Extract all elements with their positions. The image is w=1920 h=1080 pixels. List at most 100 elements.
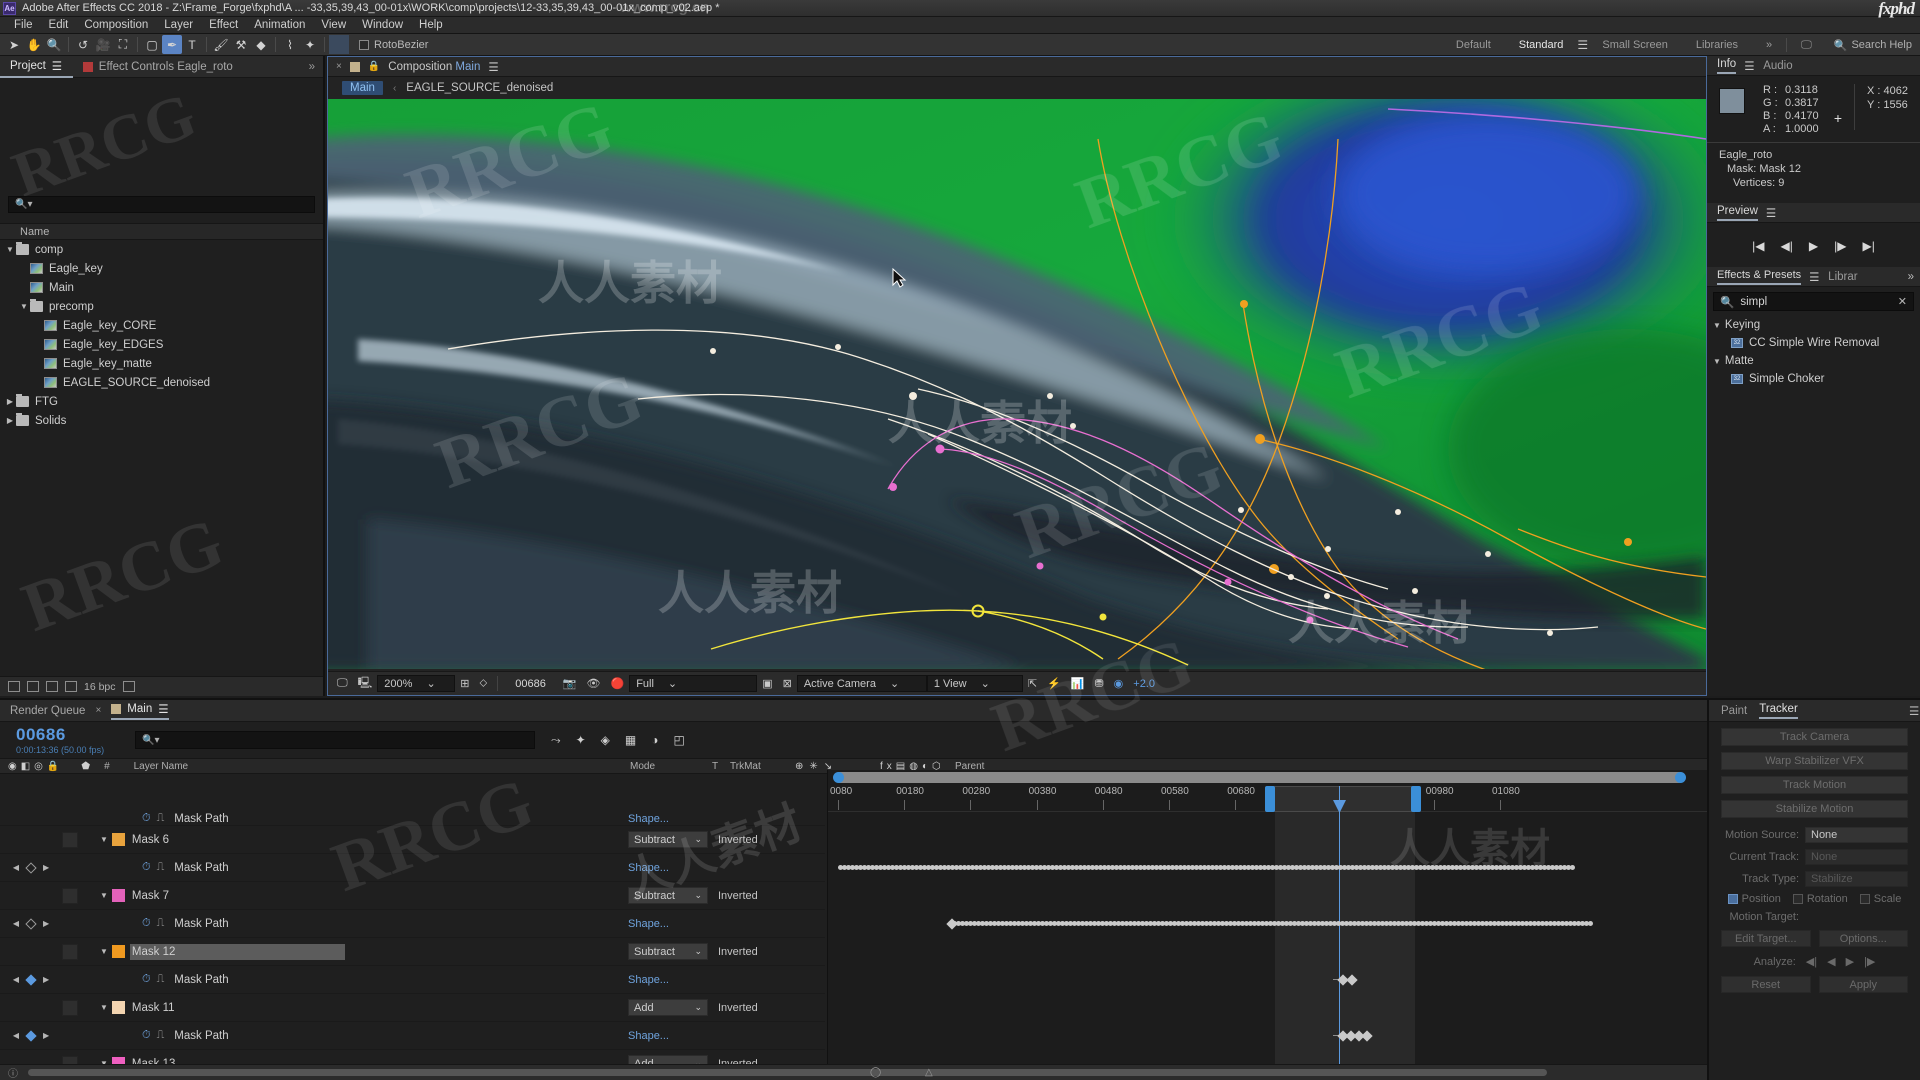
resolution-select[interactable]: Full ⌄ — [629, 675, 758, 692]
clone-stamp-tool-icon[interactable]: ⚒ — [231, 35, 251, 54]
project-tabs-overflow-icon[interactable]: » — [309, 61, 323, 73]
column-trkmat[interactable]: TrkMat — [730, 761, 761, 772]
work-area-end-handle[interactable] — [1411, 786, 1421, 812]
menu-file[interactable]: File — [6, 19, 41, 31]
tab-project[interactable]: Project ☰ — [0, 56, 73, 78]
mask-mode-select[interactable]: Subtract ⌄ — [628, 887, 708, 904]
first-frame-icon[interactable]: |◀ — [1752, 239, 1764, 253]
info-status-icon[interactable]: ⓘ — [8, 1065, 18, 1080]
apply-button[interactable]: Apply — [1818, 976, 1908, 993]
options-button[interactable]: Options... — [1818, 930, 1908, 947]
keyframe-toggle-icon[interactable] — [25, 1029, 37, 1042]
zoom-level-select[interactable]: 200% ⌄ — [377, 675, 456, 692]
exposure-value[interactable]: +2.0 — [1128, 672, 1160, 696]
type-tool-icon[interactable]: T — [182, 35, 202, 54]
stopwatch-icon[interactable]: ⏱ — [142, 812, 151, 825]
mask-color-swatch-icon[interactable] — [111, 833, 125, 846]
mask-color-swatch-icon[interactable] — [111, 889, 125, 902]
position-checkbox[interactable]: Position — [1727, 893, 1781, 905]
project-item[interactable]: ▼ comp — [0, 240, 323, 259]
hide-shy-layers-icon[interactable]: ◈ — [601, 733, 610, 747]
twirl-icon[interactable]: ▼ — [100, 835, 108, 844]
scroll-marker-right-icon[interactable]: △ — [925, 1067, 933, 1078]
project-search-input[interactable]: 🔍▾ — [8, 196, 315, 213]
keyframe-marker[interactable] — [1588, 921, 1593, 926]
comp-flowchart-icon[interactable]: ⛃ — [1089, 672, 1108, 696]
horizontal-scrollbar[interactable] — [28, 1069, 1547, 1076]
mask-shape-link[interactable]: Shape... — [628, 918, 669, 930]
layer-switch-box[interactable] — [62, 999, 78, 1016]
sync-settings-icon[interactable]: 🖵 — [1787, 34, 1826, 56]
next-keyframe-icon[interactable]: ▶ — [43, 919, 49, 928]
project-item[interactable]: EAGLE_SOURCE_denoised — [0, 373, 323, 392]
effect-item[interactable]: 32 CC Simple Wire Removal — [1707, 334, 1920, 352]
mask-shape-link[interactable]: Shape... — [628, 974, 669, 986]
work-area-start-handle[interactable] — [1265, 786, 1275, 812]
effect-item[interactable]: 32 Simple Choker — [1707, 370, 1920, 388]
track-camera-button[interactable]: Track Camera — [1721, 728, 1908, 746]
region-interest-icon-2[interactable]: ▣ — [757, 672, 777, 696]
twirl-icon[interactable]: ▼ — [4, 245, 16, 254]
search-help[interactable]: 🔍 Search Help — [1826, 39, 1920, 52]
tab-render-queue[interactable]: Render Queue — [10, 705, 85, 717]
pan-behind-tool-icon[interactable]: ⛶ — [113, 35, 133, 54]
track-motion-button[interactable]: Track Motion — [1721, 776, 1908, 794]
current-time-display[interactable]: 00686 0:00:13:36 (50.00 fps) — [0, 725, 135, 755]
track-type-select[interactable]: Stabilize — [1805, 871, 1908, 887]
effects-category[interactable]: ▼ Keying — [1707, 316, 1920, 334]
twirl-icon[interactable]: ▼ — [1713, 321, 1721, 330]
scale-checkbox[interactable]: Scale — [1859, 893, 1901, 905]
graph-editor-set-icon[interactable]: ⎍ — [157, 861, 165, 874]
rotation-tool-icon[interactable]: ↺ — [73, 35, 93, 54]
rotobezier-option[interactable]: RotoBezier — [359, 39, 428, 51]
layer-switch-box[interactable] — [62, 831, 78, 848]
prev-frame-icon[interactable]: ◀| — [1781, 239, 1793, 253]
tab-audio[interactable]: Audio — [1763, 60, 1792, 72]
workspace-libraries[interactable]: Libraries — [1682, 34, 1752, 56]
timeline-track-row[interactable] — [828, 826, 1707, 854]
keyframe-toggle-icon[interactable] — [25, 917, 37, 930]
tab-paint[interactable]: Paint — [1721, 705, 1747, 717]
timeline-property-row[interactable]: ◀▶⏱⎍Mask PathShape... — [0, 966, 825, 994]
motion-source-select[interactable]: None — [1805, 827, 1908, 843]
project-item[interactable]: Eagle_key_CORE — [0, 316, 323, 335]
mask-inverted-label[interactable]: Inverted — [718, 1002, 758, 1014]
mask-shape-link[interactable]: Shape... — [628, 1030, 669, 1042]
camera-select[interactable]: Active Camera ⌄ — [796, 675, 927, 692]
take-snapshot-icon[interactable]: 📷 — [551, 672, 582, 696]
timeline-track-row[interactable] — [828, 1022, 1707, 1050]
analyze-forward-all-icon[interactable]: |▶ — [1864, 955, 1875, 968]
menu-edit[interactable]: Edit — [41, 19, 77, 31]
workspace-standard[interactable]: Standard — [1505, 34, 1578, 56]
layer-switch-box[interactable] — [62, 887, 78, 904]
keyframe-navigator[interactable]: ◀ ▶ — [0, 1029, 62, 1042]
grid-icon[interactable] — [329, 35, 349, 54]
draft-3d-icon[interactable]: ✦ — [576, 733, 586, 747]
workspace-default[interactable]: Default — [1442, 34, 1505, 56]
selection-tool-icon[interactable]: ➤ — [4, 35, 24, 54]
stopwatch-icon[interactable]: ⏱ — [142, 917, 151, 930]
keyframe-toggle-icon[interactable] — [25, 973, 37, 986]
tab-tracker[interactable]: Tracker — [1759, 703, 1798, 719]
prev-keyframe-icon[interactable]: ◀ — [13, 919, 19, 928]
graph-editor-icon[interactable]: ◰ — [674, 733, 685, 747]
keyframe-navigator[interactable]: ◀ ▶ — [0, 861, 62, 874]
keyframe-marker[interactable] — [946, 918, 958, 930]
show-channel-icon[interactable]: 🔴 — [605, 672, 629, 696]
workspace-overflow-icon[interactable]: » — [1752, 34, 1786, 56]
twirl-icon[interactable]: ▼ — [100, 891, 108, 900]
edit-target-button[interactable]: Edit Target... — [1721, 930, 1811, 947]
mask-inverted-label[interactable]: Inverted — [718, 890, 758, 902]
timeline-property-row[interactable]: ⏱ ⎍ Mask Path Shape... — [0, 812, 825, 826]
analyze-back-icon[interactable]: ◀ — [1827, 955, 1835, 968]
breadcrumb-source[interactable]: EAGLE_SOURCE_denoised — [406, 82, 553, 94]
stopwatch-icon[interactable]: ⏱ — [142, 861, 151, 874]
graph-editor-set-icon[interactable]: ⎍ — [157, 973, 165, 986]
last-frame-icon[interactable]: ▶| — [1862, 239, 1874, 253]
stopwatch-icon[interactable]: ⏱ — [142, 1029, 151, 1042]
tab-preview[interactable]: Preview — [1717, 205, 1758, 221]
av-features-icons[interactable]: ◉◧◎🔒 — [0, 761, 63, 772]
transparency-grid-icon[interactable]: ⬦ — [475, 672, 493, 696]
twirl-icon[interactable]: ▼ — [1713, 357, 1721, 366]
effects-search-input[interactable]: 🔍 simpl ✕ — [1713, 292, 1914, 311]
